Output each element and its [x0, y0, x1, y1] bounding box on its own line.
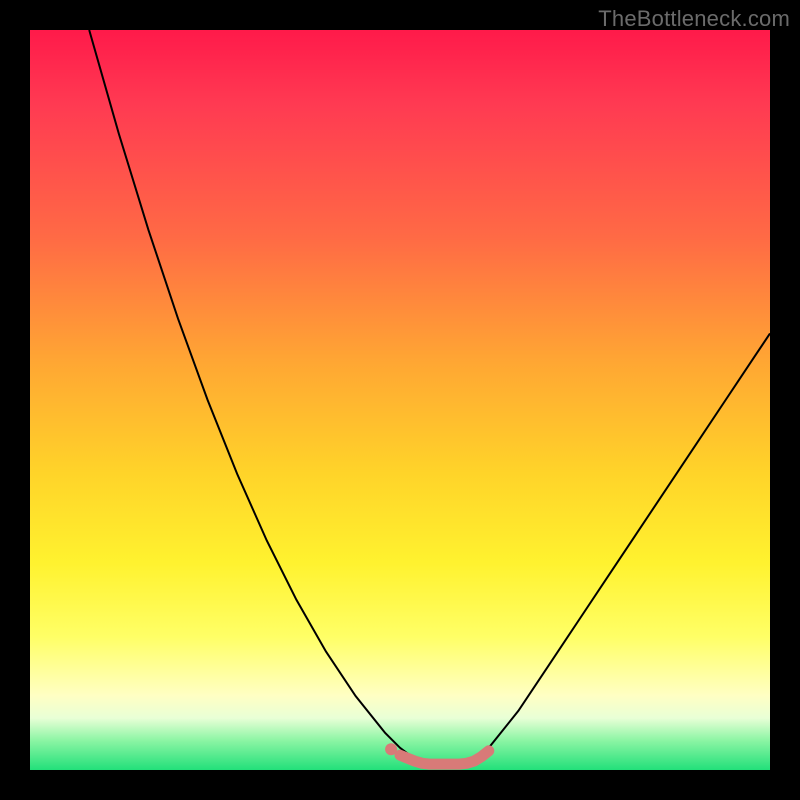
curve-layer: [30, 30, 770, 770]
chart-frame: TheBottleneck.com: [0, 0, 800, 800]
optimal-range-start-dot: [385, 743, 397, 755]
plot-area: [30, 30, 770, 770]
optimal-range-markers: [385, 743, 489, 764]
bottleneck-curve: [89, 30, 770, 763]
watermark-text: TheBottleneck.com: [598, 6, 790, 32]
optimal-range-band: [400, 751, 489, 764]
